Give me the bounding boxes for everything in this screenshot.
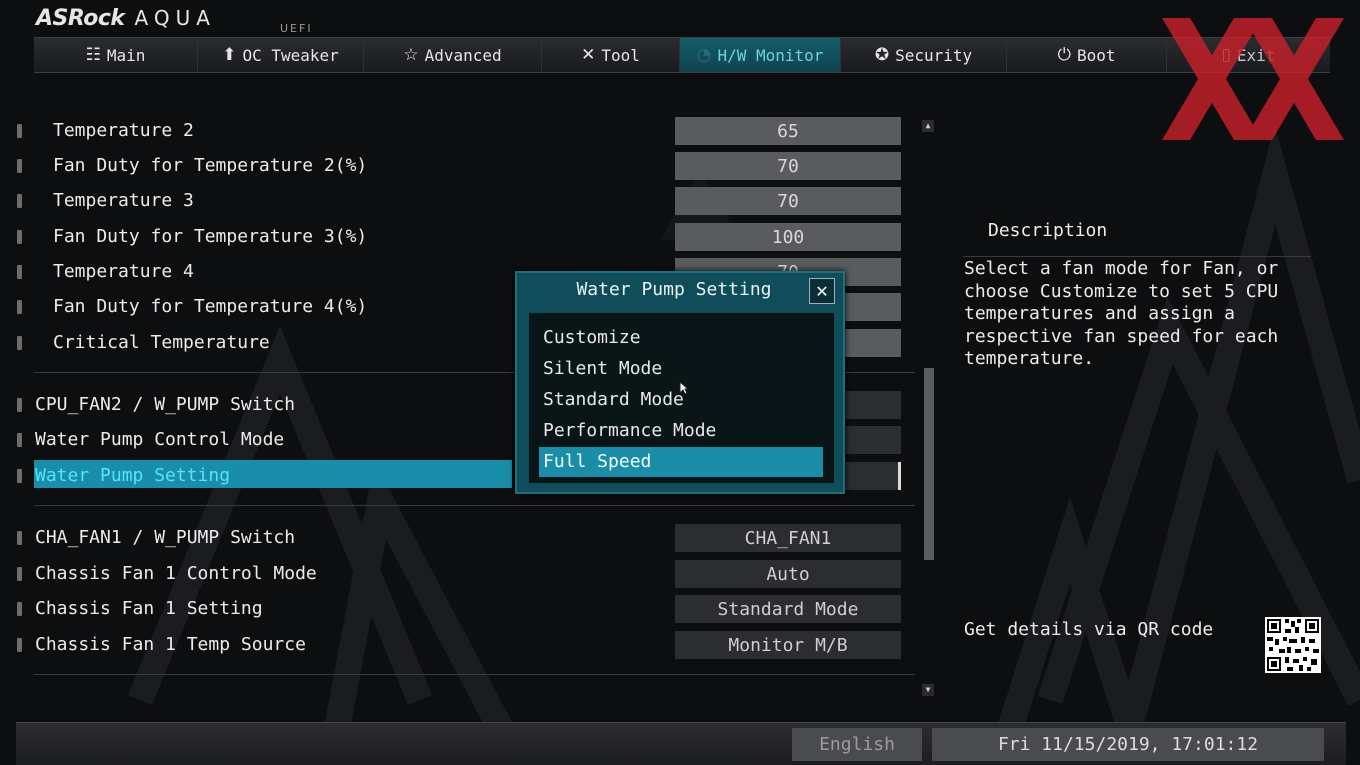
dialog-title: Water Pump Setting xyxy=(576,279,772,300)
row-marker xyxy=(17,194,22,208)
power-icon: ⏻ xyxy=(1057,45,1071,65)
row-marker xyxy=(17,398,22,412)
setting-label: Fan Duty for Temperature 3(%) xyxy=(53,226,368,247)
setting-label: CPU_FAN2 / W_PUMP Switch xyxy=(35,394,296,415)
description-title: Description xyxy=(988,220,1108,241)
setting-label: Temperature 2 xyxy=(53,120,194,141)
qr-code-icon xyxy=(1265,617,1321,673)
setting-label: Critical Temperature xyxy=(53,332,270,353)
asrock-aqua-logo: ASRock AQUA UEFI xyxy=(36,6,311,35)
setting-label: Temperature 3 xyxy=(53,190,194,211)
description-divider xyxy=(963,256,1311,257)
setting-value-field[interactable]: 65 xyxy=(675,117,901,145)
setting-label: Chassis Fan 1 Setting xyxy=(35,598,263,619)
setting-label: Fan Duty for Temperature 4(%) xyxy=(53,296,368,317)
setting-row-cha-fan1-switch[interactable]: CHA_FAN1 / W_PUMP Switch CHA_FAN1 xyxy=(0,522,915,552)
tab-oc-tweaker[interactable]: ⬆ OC Tweaker xyxy=(198,38,364,72)
row-marker xyxy=(17,531,22,545)
rocket-icon: ⬆ xyxy=(222,45,237,65)
brand-name: ASRock xyxy=(36,6,125,31)
tab-hw-monitor-label: H/W Monitor xyxy=(717,45,824,65)
setting-row-fan-duty-2[interactable]: Fan Duty for Temperature 2(%) 70 xyxy=(0,150,915,180)
row-marker xyxy=(17,159,22,173)
tab-hw-monitor[interactable]: ◔ H/W Monitor xyxy=(680,38,841,72)
setting-value-field[interactable]: CHA_FAN1 xyxy=(675,524,901,552)
language-button[interactable]: English xyxy=(792,728,922,761)
monitor-icon: ◔ xyxy=(696,45,712,65)
setting-value-field[interactable]: Monitor M/B xyxy=(675,631,901,659)
setting-label: Chassis Fan 1 Control Mode xyxy=(35,563,317,584)
setting-label: Water Pump Control Mode xyxy=(35,429,285,450)
tab-tool[interactable]: ✕ Tool xyxy=(542,38,680,72)
option-performance-mode[interactable]: Performance Mode xyxy=(539,416,823,446)
option-list: Customize Silent Mode Standard Mode Perf… xyxy=(529,313,834,483)
row-marker xyxy=(17,230,22,244)
option-customize[interactable]: Customize xyxy=(539,323,823,353)
xx-watermark-logo xyxy=(1162,18,1344,140)
row-marker xyxy=(17,336,22,350)
tab-boot[interactable]: ⏻ Boot xyxy=(1007,38,1167,72)
brand-sub: UEFI xyxy=(280,22,313,35)
row-marker xyxy=(17,602,22,616)
description-text: Select a fan mode for Fan, or choose Cus… xyxy=(964,258,1279,369)
date-time-display: Fri 11/15/2019, 17:01:12 xyxy=(932,728,1324,761)
setting-row-cha-fan1-temp-source[interactable]: Chassis Fan 1 Temp Source Monitor M/B xyxy=(0,629,915,659)
star-icon: ☆ xyxy=(403,45,419,65)
divider xyxy=(34,674,915,675)
tab-main[interactable]: ☷ Main xyxy=(34,38,198,72)
settings-scrollbar[interactable]: ▲ ▼ xyxy=(922,120,934,698)
setting-row-temperature-2[interactable]: Temperature 2 65 xyxy=(0,115,915,145)
tab-main-label: Main xyxy=(106,45,146,65)
row-marker xyxy=(17,300,22,314)
setting-value-field[interactable]: 100 xyxy=(675,223,901,251)
qr-label: Get details via QR code xyxy=(964,619,1214,640)
row-marker xyxy=(17,638,22,652)
scroll-thumb[interactable] xyxy=(924,368,934,560)
setting-row-temperature-3[interactable]: Temperature 3 70 xyxy=(0,185,915,215)
shield-icon: ✪ xyxy=(874,45,890,65)
row-marker xyxy=(17,567,22,581)
option-silent-mode[interactable]: Silent Mode xyxy=(539,354,823,384)
tab-tool-label: Tool xyxy=(601,45,640,65)
tab-boot-label: Boot xyxy=(1076,45,1116,65)
option-full-speed[interactable]: Full Speed xyxy=(539,447,823,477)
setting-label: Water Pump Setting xyxy=(35,465,231,486)
setting-row-fan-duty-3[interactable]: Fan Duty for Temperature 3(%) 100 xyxy=(0,221,915,251)
tab-security[interactable]: ✪ Security xyxy=(841,38,1007,72)
tools-icon: ✕ xyxy=(581,45,596,65)
row-marker xyxy=(17,433,22,447)
tab-advanced[interactable]: ☆ Advanced xyxy=(364,38,542,72)
scroll-down-arrow-icon[interactable]: ▼ xyxy=(922,684,934,696)
setting-value-field[interactable]: Standard Mode xyxy=(675,595,901,623)
setting-label: Fan Duty for Temperature 2(%) xyxy=(53,155,368,176)
tab-oc-tweaker-label: OC Tweaker xyxy=(242,45,339,65)
grid-list-icon: ☷ xyxy=(85,45,101,65)
setting-row-cha-fan1-setting[interactable]: Chassis Fan 1 Setting Standard Mode xyxy=(0,593,915,623)
setting-label: Chassis Fan 1 Temp Source xyxy=(35,634,306,655)
mouse-cursor-icon xyxy=(679,381,689,395)
tab-advanced-label: Advanced xyxy=(424,45,502,65)
setting-value-field[interactable]: 70 xyxy=(675,187,901,215)
top-menu-bar: ☷ Main ⬆ OC Tweaker ☆ Advanced ✕ Tool ◔ … xyxy=(34,37,1330,73)
row-marker xyxy=(17,265,22,279)
row-marker xyxy=(17,124,22,138)
close-icon[interactable]: ✕ xyxy=(809,278,835,304)
setting-value-field[interactable]: Auto xyxy=(675,560,901,588)
setting-label: CHA_FAN1 / W_PUMP Switch xyxy=(35,527,296,548)
setting-value-field[interactable]: 70 xyxy=(675,152,901,180)
row-marker xyxy=(17,469,22,483)
tab-security-label: Security xyxy=(895,45,973,65)
divider xyxy=(34,505,915,506)
setting-label: Temperature 4 xyxy=(53,261,194,282)
scroll-up-arrow-icon[interactable]: ▲ xyxy=(922,120,934,132)
brand-edition: AQUA xyxy=(134,6,216,30)
setting-row-cha-fan1-control[interactable]: Chassis Fan 1 Control Mode Auto xyxy=(0,558,915,588)
